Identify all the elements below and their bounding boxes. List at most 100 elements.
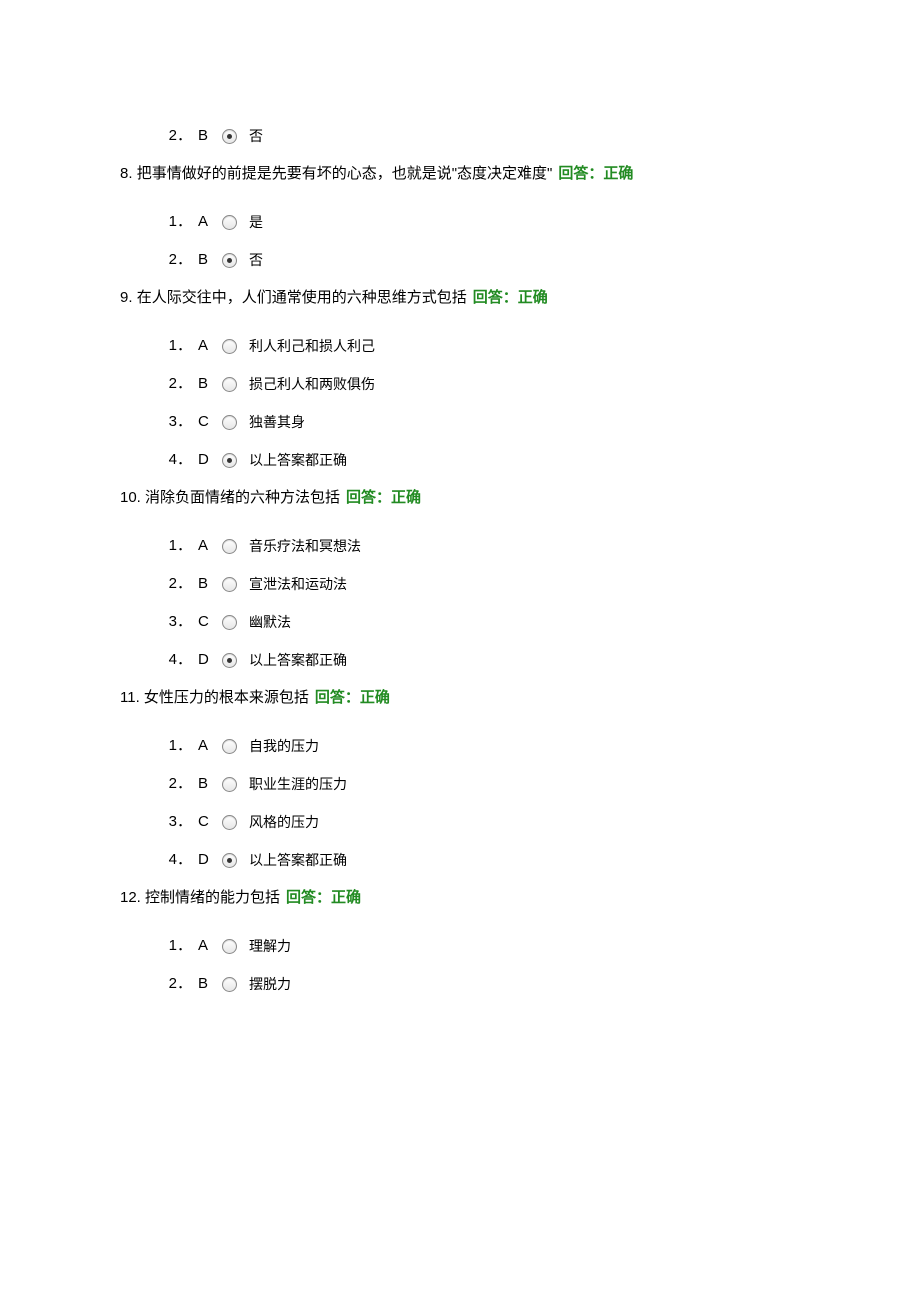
answer-status: 回答：正确 bbox=[286, 889, 361, 906]
option-index: 3． bbox=[164, 610, 192, 634]
question-number: 12. bbox=[120, 889, 145, 906]
option-index: 3． bbox=[164, 410, 192, 434]
option-label: 音乐疗法和冥想法 bbox=[249, 535, 361, 557]
option-row: 1．A 音乐疗法和冥想法 bbox=[164, 534, 800, 558]
option-letter: B bbox=[198, 248, 214, 272]
option-index: 2． bbox=[164, 372, 192, 396]
radio-icon[interactable] bbox=[222, 815, 237, 830]
option-letter: B bbox=[198, 972, 214, 996]
option-index: 1． bbox=[164, 934, 192, 958]
option-label: 自我的压力 bbox=[249, 735, 319, 757]
quiz-page: 2．B否8. 把事情做好的前提是先要有坏的心态，也就是说"态度决定难度"回答：正… bbox=[120, 124, 800, 996]
question-number: 11. bbox=[120, 689, 144, 706]
option-index: 1． bbox=[164, 334, 192, 358]
radio-icon[interactable] bbox=[222, 539, 237, 554]
option-letter: C bbox=[198, 810, 214, 834]
option-letter: C bbox=[198, 610, 214, 634]
question-number: 8. bbox=[120, 165, 137, 182]
radio-selected-icon[interactable] bbox=[222, 253, 237, 268]
option-row: 4．D 以上答案都正确 bbox=[164, 848, 800, 872]
option-row: 2．B摆脱力 bbox=[164, 972, 800, 996]
question-text: 女性压力的根本来源包括 bbox=[144, 689, 309, 706]
option-letter: D bbox=[198, 848, 214, 872]
option-label: 否 bbox=[249, 249, 263, 271]
option-row: 3．C幽默法 bbox=[164, 610, 800, 634]
option-row: 4．D 以上答案都正确 bbox=[164, 648, 800, 672]
option-letter: B bbox=[198, 772, 214, 796]
radio-icon[interactable] bbox=[222, 615, 237, 630]
answer-status: 回答：正确 bbox=[346, 489, 421, 506]
option-row: 2．B否 bbox=[164, 248, 800, 272]
option-index: 1． bbox=[164, 534, 192, 558]
question-text: 控制情绪的能力包括 bbox=[145, 889, 280, 906]
option-row: 1．A 理解力 bbox=[164, 934, 800, 958]
radio-icon[interactable] bbox=[222, 215, 237, 230]
option-row: 3．C风格的压力 bbox=[164, 810, 800, 834]
option-row: 4．D 以上答案都正确 bbox=[164, 448, 800, 472]
option-label: 否 bbox=[249, 125, 263, 147]
option-label: 理解力 bbox=[249, 935, 291, 957]
options-block: 2．B 否 bbox=[120, 124, 800, 148]
option-row: 1．A 利人利己和损人利己 bbox=[164, 334, 800, 358]
option-index: 2． bbox=[164, 772, 192, 796]
option-index: 4． bbox=[164, 448, 192, 472]
radio-selected-icon[interactable] bbox=[222, 653, 237, 668]
option-row: 1．A 自我的压力 bbox=[164, 734, 800, 758]
radio-selected-icon[interactable] bbox=[222, 853, 237, 868]
option-label: 以上答案都正确 bbox=[249, 649, 347, 671]
question: 9. 在人际交往中，人们通常使用的六种思维方式包括回答：正确 bbox=[120, 286, 800, 310]
radio-icon[interactable] bbox=[222, 939, 237, 954]
question: 10. 消除负面情绪的六种方法包括回答：正确 bbox=[120, 486, 800, 510]
radio-selected-icon[interactable] bbox=[222, 129, 237, 144]
question-number: 9. bbox=[120, 289, 137, 306]
option-letter: C bbox=[198, 410, 214, 434]
option-index: 2． bbox=[164, 572, 192, 596]
option-letter: B bbox=[198, 372, 214, 396]
question-number: 10. bbox=[120, 489, 145, 506]
option-index: 4． bbox=[164, 848, 192, 872]
radio-icon[interactable] bbox=[222, 577, 237, 592]
option-row: 2．B 职业生涯的压力 bbox=[164, 772, 800, 796]
option-index: 1． bbox=[164, 210, 192, 234]
option-letter: D bbox=[198, 648, 214, 672]
option-label: 以上答案都正确 bbox=[249, 849, 347, 871]
option-letter: B bbox=[198, 572, 214, 596]
option-row: 2．B 损己利人和两败俱伤 bbox=[164, 372, 800, 396]
option-row: 2．B 否 bbox=[164, 124, 800, 148]
radio-icon[interactable] bbox=[222, 339, 237, 354]
option-letter: A bbox=[198, 534, 214, 558]
radio-icon[interactable] bbox=[222, 739, 237, 754]
radio-icon[interactable] bbox=[222, 777, 237, 792]
option-letter: A bbox=[198, 934, 214, 958]
option-row: 1．A是 bbox=[164, 210, 800, 234]
option-label: 职业生涯的压力 bbox=[249, 773, 347, 795]
answer-status: 回答：正确 bbox=[473, 289, 548, 306]
radio-icon[interactable] bbox=[222, 977, 237, 992]
option-row: 2．B 宣泄法和运动法 bbox=[164, 572, 800, 596]
option-index: 4． bbox=[164, 648, 192, 672]
radio-icon[interactable] bbox=[222, 377, 237, 392]
option-letter: D bbox=[198, 448, 214, 472]
option-label: 宣泄法和运动法 bbox=[249, 573, 347, 595]
option-index: 3． bbox=[164, 810, 192, 834]
option-index: 1． bbox=[164, 734, 192, 758]
option-row: 3．C 独善其身 bbox=[164, 410, 800, 434]
option-letter: B bbox=[198, 124, 214, 148]
option-letter: A bbox=[198, 334, 214, 358]
options-block: 1．A是2．B否 bbox=[120, 210, 800, 272]
option-index: 2． bbox=[164, 124, 192, 148]
option-label: 以上答案都正确 bbox=[249, 449, 347, 471]
option-label: 利人利己和损人利己 bbox=[249, 335, 375, 357]
question-text: 消除负面情绪的六种方法包括 bbox=[145, 489, 340, 506]
option-letter: A bbox=[198, 734, 214, 758]
answer-status: 回答：正确 bbox=[315, 689, 390, 706]
options-block: 1．A 音乐疗法和冥想法 2．B 宣泄法和运动法 3．C幽默法 4．D 以上答案都正确 bbox=[120, 534, 800, 672]
radio-icon[interactable] bbox=[222, 415, 237, 430]
question-text: 在人际交往中，人们通常使用的六种思维方式包括 bbox=[137, 289, 467, 306]
options-block: 1．A 利人利己和损人利己 2．B 损己利人和两败俱伤 3．C 独善其身 4．D 以上答案都正… bbox=[120, 334, 800, 472]
radio-selected-icon[interactable] bbox=[222, 453, 237, 468]
option-label: 是 bbox=[249, 211, 263, 233]
question: 12. 控制情绪的能力包括回答：正确 bbox=[120, 886, 800, 910]
option-label: 损己利人和两败俱伤 bbox=[249, 373, 375, 395]
option-label: 独善其身 bbox=[249, 411, 305, 433]
